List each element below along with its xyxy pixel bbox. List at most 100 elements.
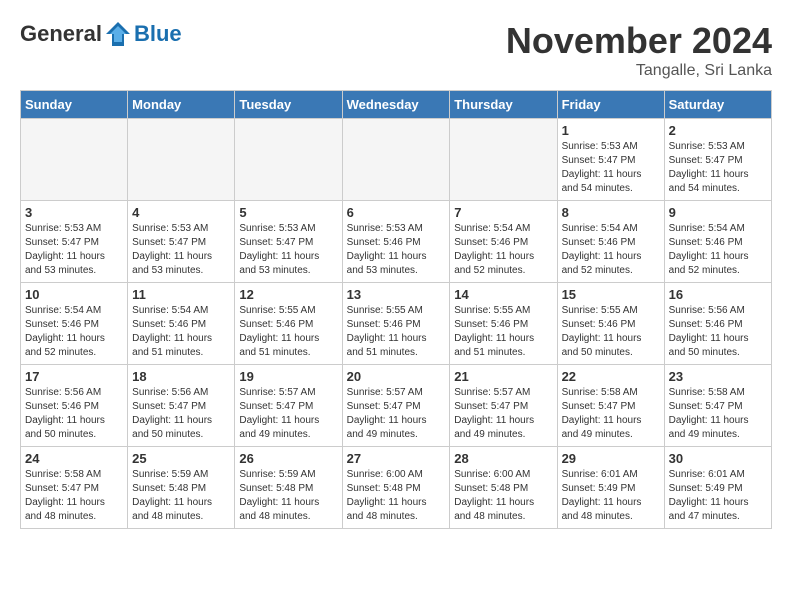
calendar-day-cell: 18 Sunrise: 5:56 AMSunset: 5:47 PMDayligh… bbox=[128, 365, 235, 447]
calendar-day-cell: 12 Sunrise: 5:55 AMSunset: 5:46 PMDayligh… bbox=[235, 283, 342, 365]
day-info: Sunrise: 5:58 AMSunset: 5:47 PMDaylight:… bbox=[669, 386, 767, 442]
day-number: 9 bbox=[669, 205, 767, 220]
day-info: Sunrise: 5:58 AMSunset: 5:47 PMDaylight:… bbox=[25, 468, 123, 524]
calendar-table: SundayMondayTuesdayWednesdayThursdayFrid… bbox=[20, 90, 772, 529]
day-number: 12 bbox=[239, 287, 337, 302]
calendar-day-cell: 27 Sunrise: 6:00 AMSunset: 5:48 PMDayligh… bbox=[342, 447, 450, 529]
calendar-day-cell: 7 Sunrise: 5:54 AMSunset: 5:46 PMDaylight… bbox=[450, 201, 557, 283]
calendar-day-cell: 3 Sunrise: 5:53 AMSunset: 5:47 PMDaylight… bbox=[21, 201, 128, 283]
calendar-day-cell: 5 Sunrise: 5:53 AMSunset: 5:47 PMDaylight… bbox=[235, 201, 342, 283]
calendar-day-cell: 19Sunrise: 5:57 AMSunset: 5:47 PMDayligh… bbox=[235, 365, 342, 447]
day-info: Sunrise: 6:00 AMSunset: 5:48 PMDaylight:… bbox=[454, 468, 552, 524]
day-number: 8 bbox=[562, 205, 660, 220]
day-info: Sunrise: 5:57 AMSunset: 5:47 PMDaylight:… bbox=[454, 386, 552, 442]
calendar-day-cell: 25Sunrise: 5:59 AMSunset: 5:48 PMDayligh… bbox=[128, 447, 235, 529]
calendar-day-cell: 15Sunrise: 5:55 AMSunset: 5:46 PMDayligh… bbox=[557, 283, 664, 365]
logo-icon bbox=[104, 20, 132, 48]
day-number: 26 bbox=[239, 451, 337, 466]
calendar-day-cell bbox=[128, 119, 235, 201]
calendar-day-cell: 14 Sunrise: 5:55 AMSunset: 5:46 PMDayligh… bbox=[450, 283, 557, 365]
title-area: November 2024 Tangalle, Sri Lanka bbox=[506, 20, 772, 80]
day-number: 25 bbox=[132, 451, 230, 466]
calendar-day-cell: 11 Sunrise: 5:54 AMSunset: 5:46 PMDayligh… bbox=[128, 283, 235, 365]
day-info: Sunrise: 5:53 AMSunset: 5:47 PMDaylight:… bbox=[132, 222, 230, 278]
calendar-day-cell: 20Sunrise: 5:57 AMSunset: 5:47 PMDayligh… bbox=[342, 365, 450, 447]
day-info: Sunrise: 5:53 AMSunset: 5:46 PMDaylight:… bbox=[347, 222, 446, 278]
day-info: Sunrise: 6:00 AMSunset: 5:48 PMDaylight:… bbox=[347, 468, 446, 524]
calendar-week-row: 1 Sunrise: 5:53 AMSunset: 5:47 PMDaylight… bbox=[21, 119, 772, 201]
calendar-day-cell: 22Sunrise: 5:58 AMSunset: 5:47 PMDayligh… bbox=[557, 365, 664, 447]
page-header: General Blue November 2024 Tangalle, Sri… bbox=[20, 20, 772, 80]
calendar-day-cell: 23 Sunrise: 5:58 AMSunset: 5:47 PMDayligh… bbox=[664, 365, 771, 447]
location: Tangalle, Sri Lanka bbox=[506, 62, 772, 80]
calendar-week-row: 17Sunrise: 5:56 AMSunset: 5:46 PMDayligh… bbox=[21, 365, 772, 447]
day-number: 18 bbox=[132, 369, 230, 384]
day-number: 7 bbox=[454, 205, 552, 220]
day-number: 20 bbox=[347, 369, 446, 384]
calendar-day-cell: 30 Sunrise: 6:01 AMSunset: 5:49 PMDayligh… bbox=[664, 447, 771, 529]
calendar-day-cell: 16 Sunrise: 5:56 AMSunset: 5:46 PMDayligh… bbox=[664, 283, 771, 365]
day-number: 6 bbox=[347, 205, 446, 220]
day-info: Sunrise: 5:55 AMSunset: 5:46 PMDaylight:… bbox=[347, 304, 446, 360]
day-number: 10 bbox=[25, 287, 123, 302]
calendar-day-cell: 4 Sunrise: 5:53 AMSunset: 5:47 PMDaylight… bbox=[128, 201, 235, 283]
calendar-header-row: SundayMondayTuesdayWednesdayThursdayFrid… bbox=[21, 91, 772, 119]
calendar-day-cell: 29 Sunrise: 6:01 AMSunset: 5:49 PMDayligh… bbox=[557, 447, 664, 529]
day-number: 15 bbox=[562, 287, 660, 302]
day-info: Sunrise: 5:54 AMSunset: 5:46 PMDaylight:… bbox=[669, 222, 767, 278]
calendar-day-cell bbox=[235, 119, 342, 201]
calendar-day-cell bbox=[342, 119, 450, 201]
day-info: Sunrise: 5:54 AMSunset: 5:46 PMDaylight:… bbox=[454, 222, 552, 278]
day-number: 17 bbox=[25, 369, 123, 384]
day-info: Sunrise: 5:54 AMSunset: 5:46 PMDaylight:… bbox=[25, 304, 123, 360]
day-info: Sunrise: 5:59 AMSunset: 5:48 PMDaylight:… bbox=[239, 468, 337, 524]
day-number: 29 bbox=[562, 451, 660, 466]
day-info: Sunrise: 5:53 AMSunset: 5:47 PMDaylight:… bbox=[25, 222, 123, 278]
day-number: 28 bbox=[454, 451, 552, 466]
calendar-week-row: 10 Sunrise: 5:54 AMSunset: 5:46 PMDayligh… bbox=[21, 283, 772, 365]
day-number: 24 bbox=[25, 451, 123, 466]
day-number: 4 bbox=[132, 205, 230, 220]
calendar-day-cell: 1 Sunrise: 5:53 AMSunset: 5:47 PMDaylight… bbox=[557, 119, 664, 201]
day-info: Sunrise: 6:01 AMSunset: 5:49 PMDaylight:… bbox=[562, 468, 660, 524]
calendar-day-cell: 6 Sunrise: 5:53 AMSunset: 5:46 PMDaylight… bbox=[342, 201, 450, 283]
calendar-day-cell: 2Sunrise: 5:53 AMSunset: 5:47 PMDaylight… bbox=[664, 119, 771, 201]
calendar-day-cell: 28 Sunrise: 6:00 AMSunset: 5:48 PMDayligh… bbox=[450, 447, 557, 529]
day-info: Sunrise: 5:55 AMSunset: 5:46 PMDaylight:… bbox=[454, 304, 552, 360]
calendar-day-cell: 13Sunrise: 5:55 AMSunset: 5:46 PMDayligh… bbox=[342, 283, 450, 365]
day-number: 5 bbox=[239, 205, 337, 220]
day-info: Sunrise: 5:54 AMSunset: 5:46 PMDaylight:… bbox=[132, 304, 230, 360]
day-number: 21 bbox=[454, 369, 552, 384]
calendar-day-cell bbox=[21, 119, 128, 201]
day-number: 30 bbox=[669, 451, 767, 466]
day-number: 3 bbox=[25, 205, 123, 220]
day-info: Sunrise: 5:53 AMSunset: 5:47 PMDaylight:… bbox=[562, 140, 660, 196]
day-number: 11 bbox=[132, 287, 230, 302]
calendar-day-cell bbox=[450, 119, 557, 201]
day-info: Sunrise: 5:56 AMSunset: 5:47 PMDaylight:… bbox=[132, 386, 230, 442]
day-number: 14 bbox=[454, 287, 552, 302]
day-of-week-header: Tuesday bbox=[235, 91, 342, 119]
day-info: Sunrise: 5:56 AMSunset: 5:46 PMDaylight:… bbox=[669, 304, 767, 360]
day-number: 23 bbox=[669, 369, 767, 384]
day-number: 27 bbox=[347, 451, 446, 466]
calendar-day-cell: 26 Sunrise: 5:59 AMSunset: 5:48 PMDayligh… bbox=[235, 447, 342, 529]
day-number: 16 bbox=[669, 287, 767, 302]
logo-general: General bbox=[20, 21, 102, 47]
calendar-day-cell: 24 Sunrise: 5:58 AMSunset: 5:47 PMDayligh… bbox=[21, 447, 128, 529]
day-info: Sunrise: 6:01 AMSunset: 5:49 PMDaylight:… bbox=[669, 468, 767, 524]
day-info: Sunrise: 5:55 AMSunset: 5:46 PMDaylight:… bbox=[239, 304, 337, 360]
day-of-week-header: Wednesday bbox=[342, 91, 450, 119]
day-of-week-header: Monday bbox=[128, 91, 235, 119]
day-number: 1 bbox=[562, 123, 660, 138]
month-title: November 2024 bbox=[506, 20, 772, 62]
calendar-day-cell: 21 Sunrise: 5:57 AMSunset: 5:47 PMDayligh… bbox=[450, 365, 557, 447]
day-info: Sunrise: 5:53 AMSunset: 5:47 PMDaylight:… bbox=[239, 222, 337, 278]
calendar-day-cell: 10 Sunrise: 5:54 AMSunset: 5:46 PMDayligh… bbox=[21, 283, 128, 365]
day-info: Sunrise: 5:54 AMSunset: 5:46 PMDaylight:… bbox=[562, 222, 660, 278]
day-info: Sunrise: 5:57 AMSunset: 5:47 PMDaylight:… bbox=[239, 386, 337, 442]
calendar-week-row: 24 Sunrise: 5:58 AMSunset: 5:47 PMDayligh… bbox=[21, 447, 772, 529]
day-number: 2 bbox=[669, 123, 767, 138]
calendar-day-cell: 8 Sunrise: 5:54 AMSunset: 5:46 PMDaylight… bbox=[557, 201, 664, 283]
logo: General Blue bbox=[20, 20, 182, 48]
